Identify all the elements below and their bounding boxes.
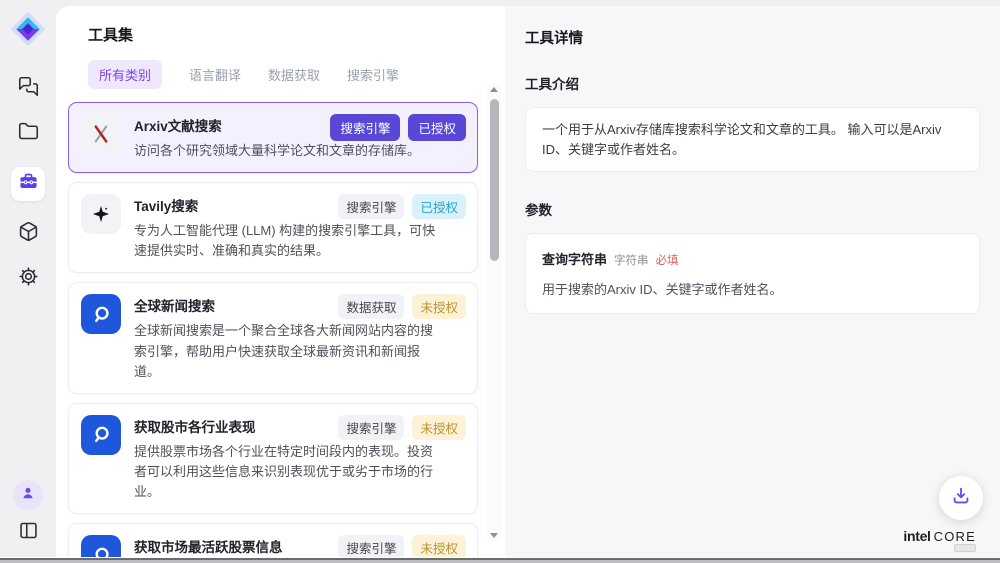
- params-heading: 参数: [525, 199, 980, 219]
- auth-badge: 已授权: [412, 194, 466, 219]
- category-badge: 搜索引擎: [338, 535, 404, 557]
- app-logo-icon: [10, 11, 46, 47]
- user-avatar[interactable]: [13, 480, 43, 510]
- auth-badge: 已授权: [408, 114, 466, 141]
- category-tabs: 所有类别 语言翻译 数据获取 搜索引擎: [88, 60, 505, 89]
- main-surface: 工具集 所有类别语言翻译数据获取搜索引擎 Arxiv文献搜索 访问各个研究领域大…: [56, 6, 1000, 557]
- tab-category[interactable]: 搜索引擎: [347, 65, 399, 84]
- tavily-sparkle-icon: [81, 194, 121, 234]
- category-badge: 搜索引擎: [330, 114, 400, 141]
- auth-badge: 未授权: [412, 294, 466, 319]
- scroll-down-arrow-icon[interactable]: [490, 533, 498, 538]
- tab-category[interactable]: 语言翻译: [189, 65, 241, 84]
- folder-icon: [18, 121, 39, 147]
- sidebar-item-tools[interactable]: [11, 167, 45, 201]
- tool-details-panel: 工具详情 工具介绍 一个用于从Arxiv存储库搜索科学论文和文章的工具。 输入可…: [505, 6, 1000, 557]
- sidebar-bottom: [13, 480, 43, 545]
- news-search-icon: [81, 415, 121, 455]
- app-window: 工具集 所有类别语言翻译数据获取搜索引擎 Arxiv文献搜索 访问各个研究领域大…: [0, 0, 1000, 557]
- download-button[interactable]: [939, 476, 983, 520]
- tab-active[interactable]: 所有类别: [88, 60, 162, 89]
- param-type: 字符串: [614, 252, 649, 268]
- intel-wordmark: intel: [903, 528, 930, 544]
- page-title: 工具集: [88, 24, 505, 45]
- scrollbar-thumb[interactable]: [490, 99, 499, 261]
- sidebar-nav: [11, 77, 45, 291]
- intel-core-logo: intel core: [903, 528, 976, 544]
- tool-card[interactable]: 全球新闻搜索 全球新闻搜索是一个聚合全球各大新闻网站内容的搜索引擎，帮助用户快速…: [68, 282, 478, 393]
- sidebar-item-files[interactable]: [16, 122, 40, 146]
- window-bottom-edge: [0, 557, 1000, 563]
- param-description: 用于搜索的Arxiv ID、关键字或作者姓名。: [542, 279, 963, 298]
- intro-heading: 工具介绍: [525, 73, 980, 93]
- chat-icon: [18, 76, 39, 102]
- tool-description: 访问各个研究领域大量科学论文和文章的存储库。: [134, 141, 439, 161]
- tool-card[interactable]: Arxiv文献搜索 访问各个研究领域大量科学论文和文章的存储库。 搜索引擎 已授…: [68, 102, 478, 173]
- category-badge: 搜索引擎: [338, 415, 404, 440]
- intro-card: 一个用于从Arxiv存储库搜索科学论文和文章的工具。 输入可以是Arxiv ID…: [525, 107, 980, 172]
- tool-card[interactable]: Tavily搜索 专为人工智能代理 (LLM) 构建的搜索引擎工具，可快速提供实…: [68, 182, 478, 273]
- tool-description: 全球新闻搜索是一个聚合全球各大新闻网站内容的搜索引擎，帮助用户快速获取全球最新资…: [134, 321, 439, 381]
- panel-layout-icon: [18, 520, 39, 546]
- download-icon: [950, 485, 972, 512]
- sidebar-item-chat[interactable]: [16, 77, 40, 101]
- tool-description: 提供股票市场各个行业在特定时间段内的表现。投资者可以利用这些信息来识别表现优于或…: [134, 442, 439, 502]
- scroll-up-arrow-icon[interactable]: [490, 87, 498, 92]
- news-search-icon: [81, 294, 121, 334]
- auth-badge: 未授权: [412, 535, 466, 557]
- tool-card[interactable]: 获取股市各行业表现 提供股票市场各个行业在特定时间段内的表现。投资者可以利用这些…: [68, 403, 478, 514]
- intro-text: 一个用于从Arxiv存储库搜索科学论文和文章的工具。 输入可以是Arxiv ID…: [542, 122, 941, 157]
- intel-ultra-badge: [954, 544, 976, 552]
- details-title: 工具详情: [525, 27, 980, 48]
- user-avatar-icon: [19, 484, 37, 507]
- sidebar-item-settings[interactable]: [16, 267, 40, 291]
- tool-description: 专为人工智能代理 (LLM) 构建的搜索引擎工具，可快速提供实时、准确和真实的结…: [134, 221, 439, 261]
- tool-list-panel: 工具集 所有类别语言翻译数据获取搜索引擎 Arxiv文献搜索 访问各个研究领域大…: [56, 6, 505, 557]
- sidebar-item-plugins[interactable]: [16, 222, 40, 246]
- category-badge: 搜索引擎: [338, 194, 404, 219]
- cube-icon: [18, 221, 39, 247]
- param-name: 查询字符串: [542, 249, 607, 268]
- param-card: 查询字符串 字符串 必填 用于搜索的Arxiv ID、关键字或作者姓名。: [525, 233, 980, 314]
- list-scrollbar[interactable]: [487, 84, 501, 541]
- param-required-flag: 必填: [656, 252, 679, 268]
- tab-category[interactable]: 数据获取: [268, 65, 320, 84]
- gear-icon: [18, 266, 39, 292]
- tool-cards: Arxiv文献搜索 访问各个研究领域大量科学论文和文章的存储库。 搜索引擎 已授…: [68, 102, 478, 557]
- auth-badge: 未授权: [412, 415, 466, 440]
- toolbox-icon: [18, 171, 39, 197]
- news-search-icon: [81, 535, 121, 557]
- sidebar: [0, 0, 56, 557]
- toggle-sidebar-button[interactable]: [16, 521, 40, 545]
- core-wordmark: core: [934, 529, 976, 544]
- arxiv-icon: [81, 114, 121, 154]
- tool-card[interactable]: 获取市场最活跃股票信息 提供当天交易量最高的股票列表，投资者可以利用这些信息来识…: [68, 523, 478, 557]
- category-badge: 数据获取: [338, 294, 404, 319]
